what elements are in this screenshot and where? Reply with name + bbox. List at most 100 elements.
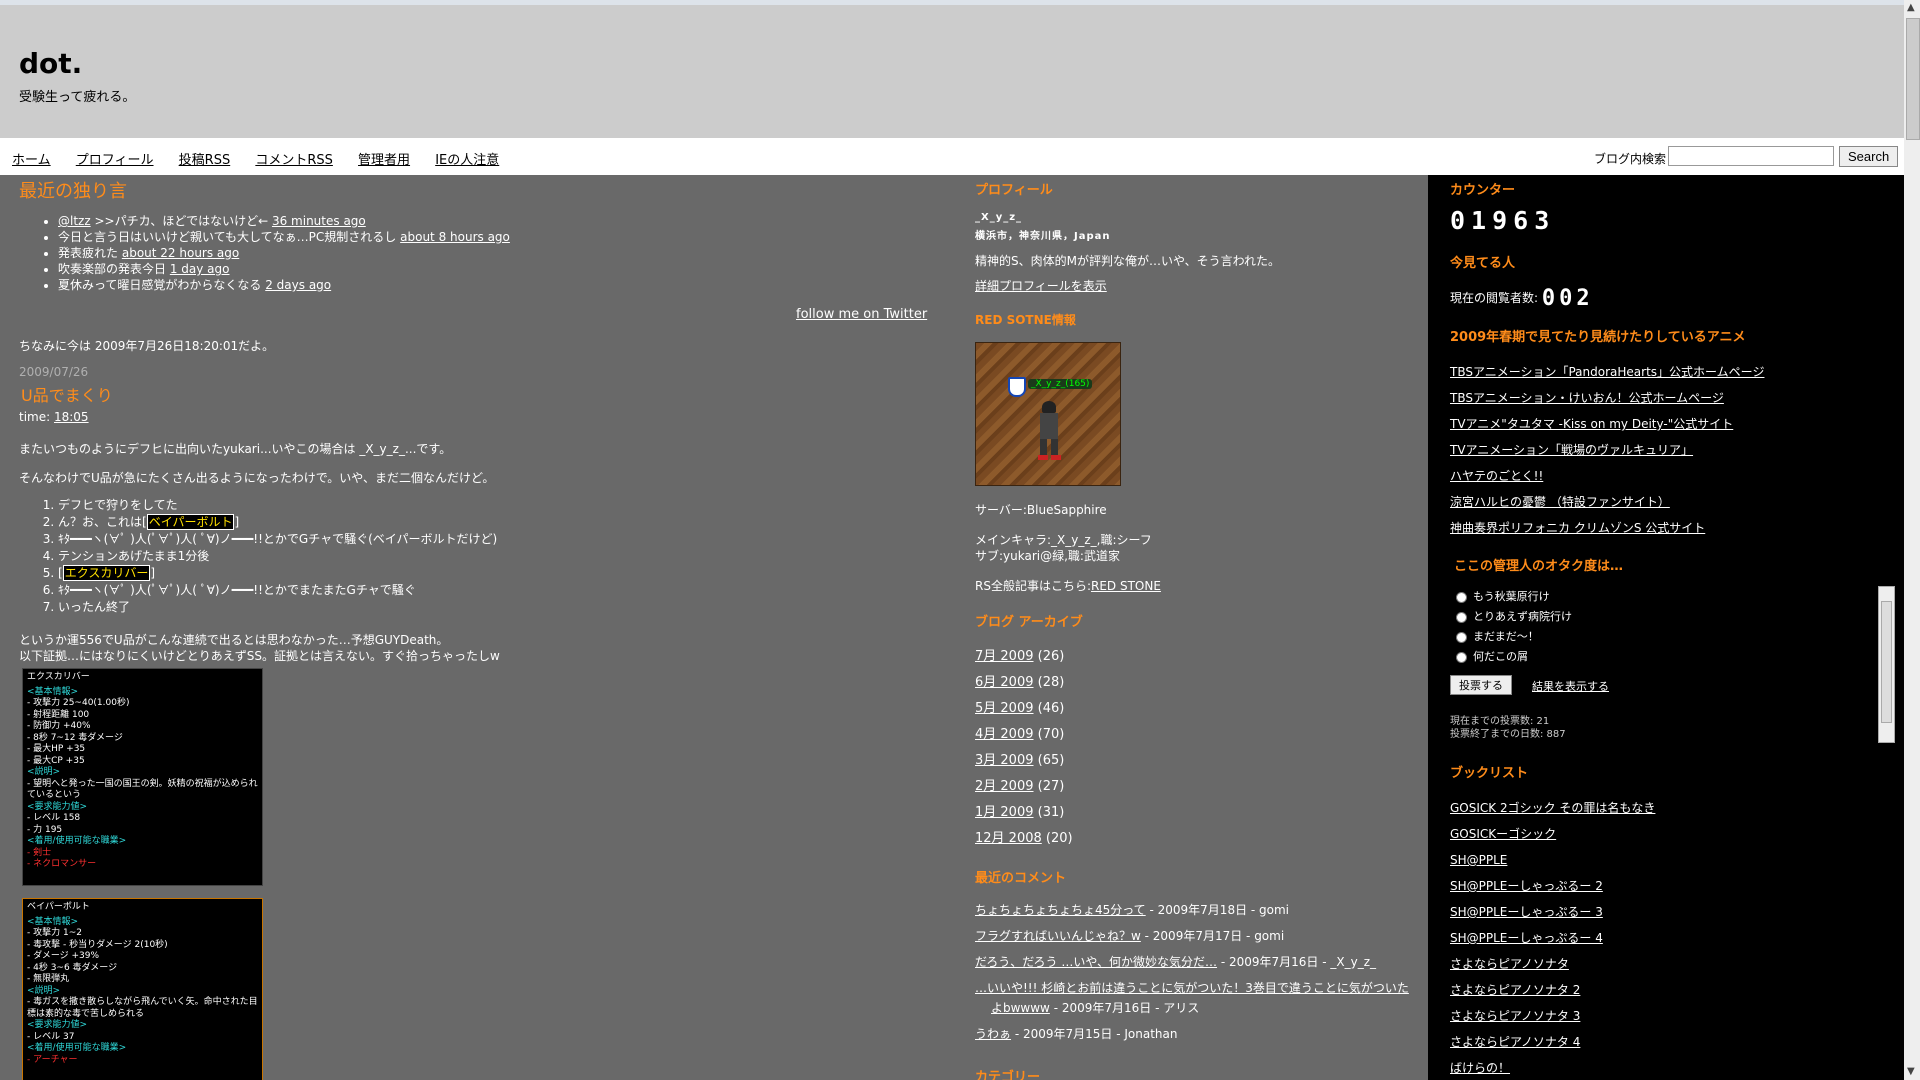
book-link[interactable]: SH@PPLEーしゃっぷるー 4 [1450, 931, 1603, 945]
poll-results-link[interactable]: 結果を表示する [1532, 678, 1609, 694]
archive-count: (27) [1037, 779, 1065, 794]
tweet-time-link[interactable]: about 8 hours ago [400, 230, 510, 244]
nav-ie-notice[interactable]: IEの人注意 [435, 153, 499, 168]
anime-link[interactable]: TBSアニメーション「PandoraHearts」公式ホームページ [1450, 365, 1764, 379]
archive-month-link[interactable]: 2月 2009 [975, 779, 1034, 794]
tweet-time-link[interactable]: about 22 hours ago [122, 246, 239, 260]
book-link[interactable]: SH@PPLEーしゃっぷるー 3 [1450, 905, 1603, 919]
poll-option[interactable]: もう秋葉原行け [1456, 587, 1572, 607]
item-stat-line: - 攻撃力 1~2 [27, 928, 82, 938]
archive-month-link[interactable]: 3月 2009 [975, 753, 1034, 768]
post-paragraph-3: というか運556でU品がこんな連続で出るとは思わなかった…予想GUYDeath。 [19, 633, 449, 647]
poll-radio[interactable] [1456, 651, 1467, 663]
page-scrollbar[interactable]: ▲ ▼ [1904, 0, 1920, 1080]
item-stat-line: - 最大HP +35 [27, 744, 86, 754]
anime-link[interactable]: ハヤテのごとく!! [1450, 469, 1543, 483]
poll-option[interactable]: 何だこの屑 [1456, 647, 1572, 667]
archive-month-link[interactable]: 7月 2009 [975, 649, 1034, 664]
archive-month-link[interactable]: 6月 2009 [975, 675, 1034, 690]
poll-vote-button[interactable]: 投票する [1450, 675, 1512, 695]
nav-profile[interactable]: プロフィール [76, 153, 154, 168]
current-time-text: ちなみに今は 2009年7月26日18:20:01だよ。 [19, 339, 275, 353]
scroll-up-icon[interactable]: ▲ [1907, 2, 1915, 13]
archive-count: (26) [1037, 649, 1065, 664]
anime-link[interactable]: TBSアニメーション・けいおん！公式ホームページ [1450, 391, 1724, 405]
archive-month-link[interactable]: 12月 2008 [975, 831, 1042, 846]
poll-option[interactable]: まだまだ～！ [1456, 627, 1572, 647]
nav-home[interactable]: ホーム [12, 153, 51, 168]
book-link[interactable]: さよならピアノソナタ [1450, 957, 1569, 971]
post-list-text: ん？お、これは[ [58, 515, 147, 529]
post-title[interactable]: U品でまくり [21, 382, 113, 406]
anime-link[interactable]: 涼宮ハルヒの憂鬱 （特設ファンサイト） [1450, 495, 1670, 509]
redstone-all-link[interactable]: RED STONE [1091, 579, 1161, 593]
follow-twitter-link[interactable]: follow me on Twitter [796, 307, 927, 322]
poll-scroll-thumb[interactable] [1881, 601, 1892, 723]
anime-heading: 2009年春期で見てたり見続けたりしているアニメ [1450, 330, 1746, 345]
page-scroll-thumb[interactable] [1906, 18, 1920, 140]
tweet-item: 発表疲れた about 22 hours ago [58, 245, 510, 261]
archive-count: (65) [1037, 753, 1065, 768]
twitter-heading: 最近の独り言 [19, 181, 127, 202]
archive-count: (20) [1045, 831, 1073, 846]
item-stat-line: - 剣士 [27, 847, 52, 858]
poll-radio[interactable] [1456, 631, 1467, 643]
redstone-character-image[interactable]: _X_y_z_(165) [975, 342, 1121, 486]
tweet-time-link[interactable]: 36 minutes ago [272, 214, 366, 228]
anime-link[interactable]: 神曲奏界ポリフォニカ クリムゾンS 公式サイト [1450, 521, 1705, 535]
archive-month-link[interactable]: 5月 2009 [975, 701, 1034, 716]
book-link[interactable]: SH@PPLEーしゃっぷるー 2 [1450, 879, 1603, 893]
post-list-text: いったん終了 [58, 600, 131, 614]
book-link[interactable]: SH@PPLE [1450, 853, 1507, 867]
post-list-text-after: ] [234, 515, 240, 529]
counter-value: 01963 [1450, 206, 1556, 235]
profile-description: 精神的S、肉体的Mが評判な俺が…いや、そう言われた。 [975, 254, 1281, 268]
screenshot-vapor-bolt[interactable]: ベイパーボルト <基本情報> - 攻撃力 1~2- 毒攻撃 - 秒当りダメージ 2(… [22, 898, 263, 1080]
post-time-link[interactable]: 18:05 [54, 410, 89, 424]
book-link[interactable]: ばけらの！ [1450, 1061, 1510, 1075]
comment-link[interactable]: ちょちょちょちょちょ45分って [975, 903, 1146, 917]
archive-item: 6月 2009 (28) [975, 670, 1073, 696]
item-section-head: <基本情報> [27, 916, 79, 927]
nav-admin[interactable]: 管理者用 [358, 153, 410, 168]
scroll-down-icon[interactable]: ▼ [1907, 1066, 1915, 1077]
item-section-head: <要求能力値> [27, 801, 88, 812]
book-item: SH@PPLEーしゃっぷるー 3 [1450, 899, 1655, 925]
redstone-all-articles: RS全般記事はこちら:RED STONE [975, 577, 1161, 594]
anime-link[interactable]: TVアニメ"タユタマ -Kiss on my Deity-"公式サイト [1450, 417, 1733, 431]
poll-scrollbar[interactable] [1878, 586, 1895, 743]
archive-month-link[interactable]: 1月 2009 [975, 805, 1034, 820]
book-item: さよならピアノソナタ 2 [1450, 977, 1655, 1003]
tweet-item: 夏休みって曜日感覚がわからなくなる 2 days ago [58, 277, 510, 293]
comment-link[interactable]: だろう、だろう …いや、何か微妙な気分だ… [975, 955, 1217, 969]
book-link[interactable]: GOSICKーゴシック [1450, 827, 1556, 841]
archive-count: (28) [1037, 675, 1065, 690]
poll-radio[interactable] [1456, 591, 1467, 603]
screenshot-excalibur[interactable]: エクスカリバー <基本情報> - 攻撃力 25~40(1.00秒) - 射程距離 10… [22, 668, 263, 886]
comment-link[interactable]: フラグすればいいんじゃね？w [975, 929, 1141, 943]
tweet-user-link[interactable]: @ltzz [58, 214, 91, 228]
tweet-time-link[interactable]: 1 day ago [170, 262, 230, 276]
archive-month-link[interactable]: 4月 2009 [975, 727, 1034, 742]
search-button[interactable]: Search [1839, 146, 1899, 167]
comment-link[interactable]: うわぁ [975, 1027, 1011, 1041]
book-link[interactable]: さよならピアノソナタ 3 [1450, 1009, 1580, 1023]
search-input[interactable] [1668, 146, 1834, 166]
item-stat-line: - 望明へと発った一国の国王の剣。妖精の祝福が込められているという [27, 778, 258, 801]
site-title[interactable]: dot. [19, 47, 82, 80]
tweet-text: 夏休みって曜日感覚がわからなくなる [58, 278, 262, 292]
poll-option[interactable]: とりあえず病院行け [1456, 607, 1572, 627]
tweet-time-link[interactable]: 2 days ago [265, 278, 331, 292]
post-list-item: [エクスカリバー] [58, 565, 497, 582]
post-list-item: テンションあげたまま1分後 [58, 548, 497, 565]
profile-detail-link[interactable]: 詳細プロフィールを表示 [975, 277, 1107, 294]
anime-link[interactable]: TVアニメーション「戦場のヴァルキュリア」 [1450, 443, 1693, 457]
nav-posts-rss[interactable]: 投稿RSS [179, 153, 231, 168]
nav-comments-rss[interactable]: コメントRSS [255, 153, 333, 168]
booklist-heading: ブックリスト [1450, 766, 1529, 781]
poll-radio[interactable] [1456, 611, 1467, 623]
book-link[interactable]: GOSICK 2ゴシック その罪は名もなき [1450, 801, 1655, 815]
book-link[interactable]: さよならピアノソナタ 4 [1450, 1035, 1580, 1049]
anime-link-list: TBSアニメーション「PandoraHearts」公式ホームページ TBSアニメー… [1450, 359, 1764, 541]
book-link[interactable]: さよならピアノソナタ 2 [1450, 983, 1580, 997]
